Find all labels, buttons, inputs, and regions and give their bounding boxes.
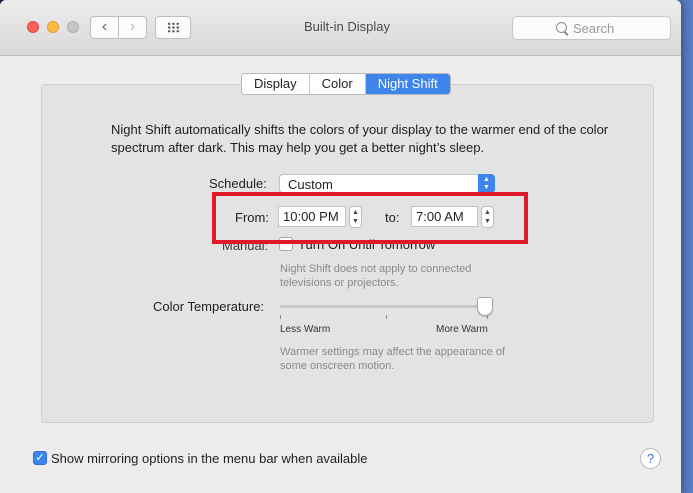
schedule-select[interactable]: Custom ▲ ▼ (279, 174, 495, 193)
forward-button[interactable]: › (118, 16, 147, 39)
temperature-note: Warmer settings may affect the appearanc… (280, 346, 506, 372)
minimize-window-button[interactable] (47, 21, 59, 33)
search-icon (556, 22, 567, 33)
checkmark-icon: ✓ (35, 452, 45, 464)
tab-color[interactable]: Color (309, 74, 366, 94)
schedule-value: Custom (288, 177, 333, 192)
slider-tick (280, 315, 281, 319)
search-field[interactable]: Search (512, 16, 671, 40)
help-button[interactable]: ? (640, 448, 661, 469)
updown-arrows-icon: ▲ ▼ (478, 174, 495, 193)
show-mirroring-checkbox[interactable]: ✓ (33, 451, 47, 465)
color-temperature-slider[interactable] (280, 305, 488, 308)
slider-tick (386, 315, 387, 319)
tab-night-shift[interactable]: Night Shift (365, 74, 450, 94)
tab-display[interactable]: Display (242, 74, 310, 94)
window-title: Built-in Display (304, 19, 390, 34)
zoom-window-button[interactable] (67, 21, 79, 33)
color-temperature-slider-knob[interactable] (477, 297, 493, 316)
system-preferences-window: ‹ › Built-in Display Search Display Colo… (0, 0, 681, 493)
manual-note: Night Shift does not apply to connected … (280, 263, 472, 289)
chevron-left-icon: ‹ (101, 18, 108, 35)
highlight-annotation-box (212, 192, 528, 244)
show-mirroring-label: Show mirroring options in the menu bar w… (51, 451, 368, 466)
question-mark-icon: ? (646, 451, 655, 466)
grid-icon (167, 22, 180, 33)
chevron-right-icon: › (129, 18, 136, 35)
show-all-button[interactable] (155, 16, 191, 39)
back-button[interactable]: ‹ (90, 16, 119, 39)
night-shift-description: Night Shift automatically shifts the col… (111, 122, 609, 155)
less-warm-label: Less Warm (280, 324, 331, 335)
color-temperature-label: Color Temperature: (153, 299, 265, 314)
more-warm-label: More Warm (436, 324, 488, 335)
tab-bar: Display Color Night Shift (241, 73, 451, 95)
title-bar: ‹ › Built-in Display Search (0, 0, 681, 56)
close-window-button[interactable] (27, 21, 39, 33)
schedule-label: Schedule: (209, 176, 267, 191)
search-placeholder: Search (573, 21, 615, 36)
